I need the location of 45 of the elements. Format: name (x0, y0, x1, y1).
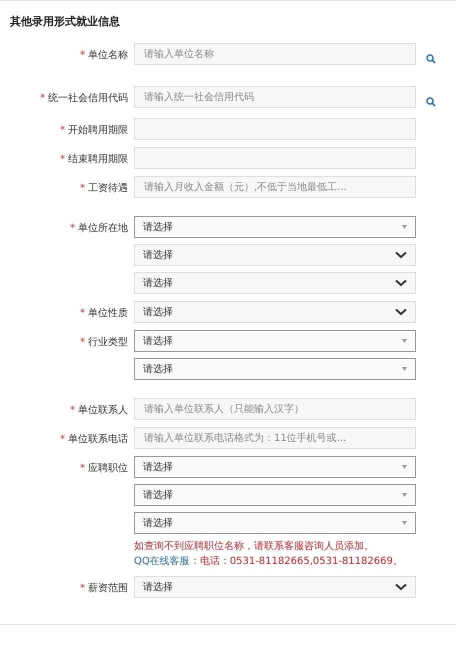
select-field[interactable]: 请选择 (134, 216, 416, 238)
field-label: * 单位联系电话 (59, 432, 128, 447)
select-field[interactable]: 请选择 (134, 272, 416, 294)
caret-icon (402, 225, 407, 229)
select-field[interactable]: 请选择 (134, 576, 416, 598)
input-field[interactable]: 请输入单位联系电话格式为：11位手机号或... (134, 427, 416, 449)
field-label: * 结束聘用期限 (59, 152, 128, 167)
field-label: * 统一社会信用代码 (39, 92, 128, 106)
select-field[interactable]: 请选择 (134, 358, 416, 380)
field-label: * 工资待遇 (79, 182, 128, 196)
input-field[interactable] (134, 118, 416, 140)
field-label: * 行业类型 (79, 336, 128, 350)
support-link[interactable]: QQ在线客服 (134, 556, 190, 567)
input-field[interactable]: 请输入单位名称 (134, 43, 416, 65)
hint-text: 如查询不到应聘职位名称，请联系客服咨询人员添加。 (134, 541, 374, 552)
select-field[interactable]: 请选择 (134, 301, 416, 323)
field-label: * 单位名称 (79, 48, 128, 63)
chevron-icon (395, 279, 407, 287)
caret-icon (402, 339, 407, 343)
field-label: * 单位所在地 (69, 222, 128, 236)
search-icon[interactable] (426, 97, 436, 107)
chevron-icon (395, 251, 407, 259)
select-field[interactable]: 请选择 (134, 244, 416, 266)
input-field[interactable]: 请输入月收入金额（元）,不低于当地最低工... (134, 176, 416, 198)
select-field[interactable]: 请选择 (134, 456, 416, 478)
section-title: 其他录用形式就业信息 (10, 14, 121, 29)
hint-text: ：电话：0531-81182665,0531-81182669。 (190, 556, 403, 567)
select-field[interactable]: 请选择 (134, 484, 416, 506)
select-field[interactable]: 请选择 (134, 330, 416, 352)
search-icon[interactable] (426, 54, 436, 64)
chevron-icon (395, 583, 407, 591)
field-label: * 开始聘用期限 (59, 124, 128, 138)
input-field[interactable] (134, 147, 416, 169)
caret-icon (402, 465, 407, 469)
field-label: * 单位联系人 (69, 404, 128, 418)
chevron-icon (395, 308, 407, 316)
select-field[interactable]: 请选择 (134, 512, 416, 534)
field-label: * 应聘职位 (79, 462, 128, 476)
caret-icon (402, 367, 407, 371)
caret-icon (402, 493, 407, 497)
input-field[interactable]: 请输入统一社会信用代码 (134, 86, 416, 108)
field-label: * 薪资范围 (79, 582, 128, 596)
caret-icon (402, 521, 407, 525)
input-field[interactable]: 请输入单位联系人（只能输入汉字） (134, 398, 416, 420)
field-label: * 单位性质 (79, 306, 128, 321)
